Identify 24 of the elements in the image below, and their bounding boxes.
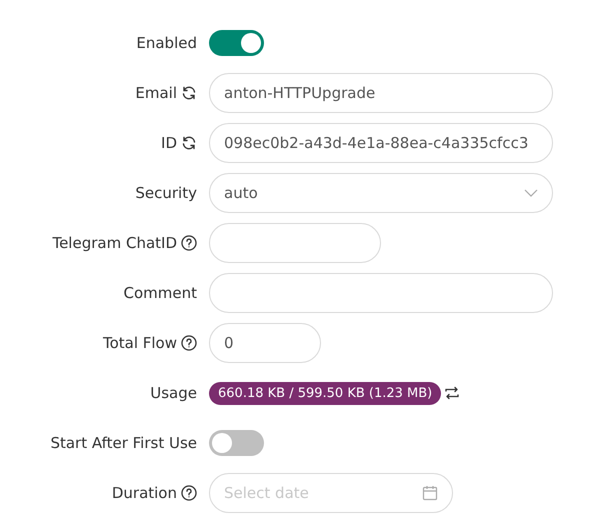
text-field[interactable]: 0	[209, 323, 321, 363]
text-field[interactable]: anton-HTTPUpgrade	[209, 73, 553, 113]
field-label: Total Flow	[102, 334, 177, 352]
field-label: Email	[135, 84, 177, 102]
field-label: Start After First Use	[50, 434, 197, 452]
calendar-icon	[422, 485, 438, 501]
swap-icon[interactable]	[445, 386, 460, 400]
field-label: Telegram ChatID	[52, 234, 177, 252]
toggle-switch[interactable]	[209, 430, 264, 456]
text-field[interactable]	[209, 223, 381, 263]
field-label: Security	[135, 184, 197, 202]
toggle-switch[interactable]	[209, 30, 264, 56]
field-label: Duration	[112, 484, 177, 502]
refresh-icon[interactable]	[181, 85, 197, 101]
usage-badge: 660.18 KB / 599.50 KB (1.23 MB)	[209, 382, 442, 404]
text-field[interactable]: 098ec0b2-a43d-4e1a-88ea-c4a335cfcc3	[209, 123, 553, 163]
text-field[interactable]	[209, 273, 553, 313]
refresh-icon[interactable]	[181, 135, 197, 151]
chevron-down-icon	[524, 189, 538, 197]
field-label: Enabled	[136, 34, 197, 52]
field-label: Comment	[124, 284, 197, 302]
field-label: ID	[161, 134, 177, 152]
select-field[interactable]: auto	[209, 173, 553, 213]
field-label: Usage	[150, 384, 197, 402]
